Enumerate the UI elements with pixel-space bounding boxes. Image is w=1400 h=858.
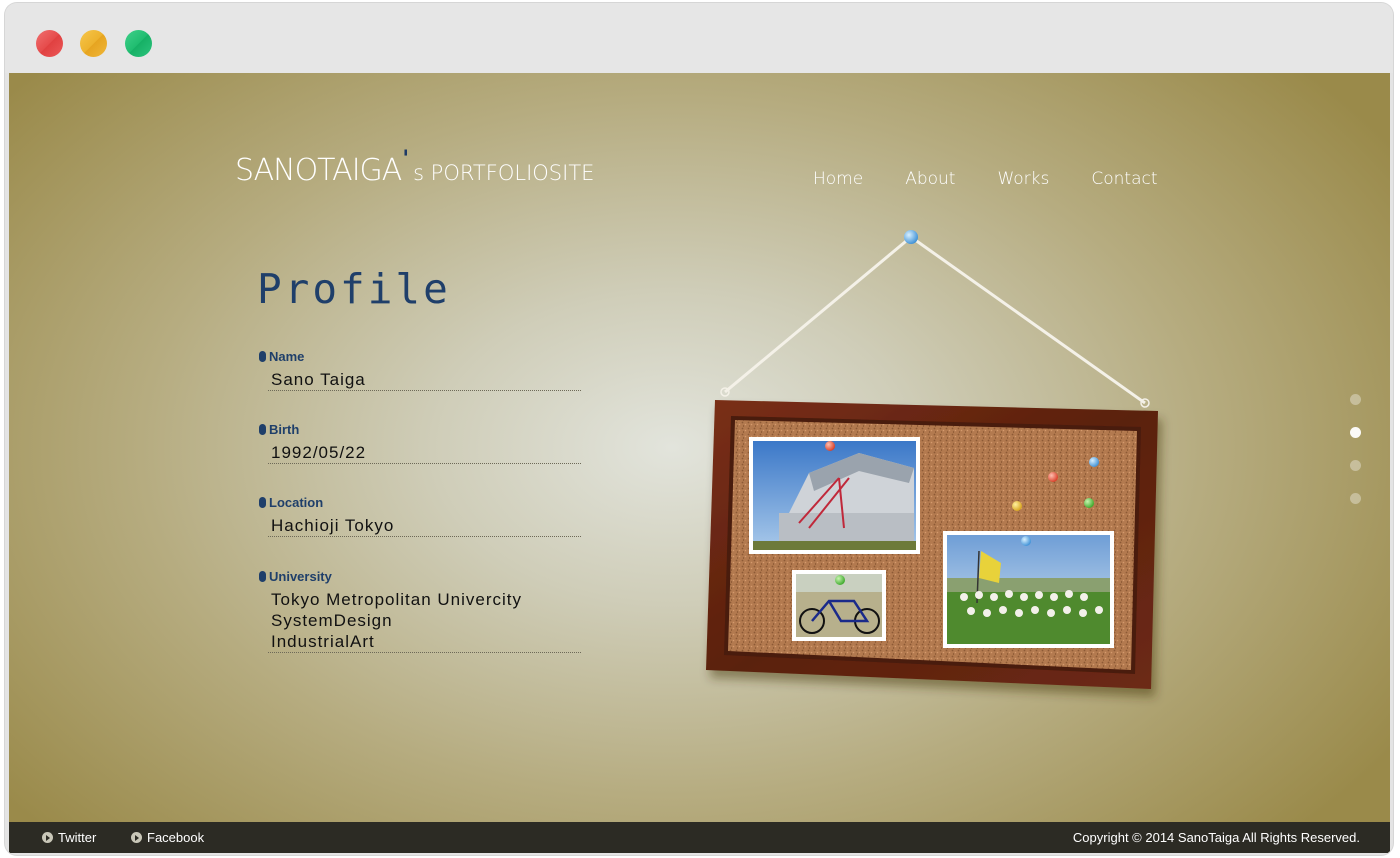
pager-dot[interactable] xyxy=(1350,394,1361,405)
photo-building[interactable] xyxy=(749,437,920,554)
pager-dot[interactable] xyxy=(1350,460,1361,471)
twitter-link[interactable]: Twitter xyxy=(42,830,96,845)
push-pin-icon xyxy=(1021,536,1031,546)
minimize-window-button[interactable] xyxy=(80,30,107,57)
hanging-string-left xyxy=(724,235,912,394)
copyright-text: Copyright © 2014 SanoTaiga All Rights Re… xyxy=(1072,830,1360,845)
facebook-label: Facebook xyxy=(147,830,205,845)
arrow-right-icon xyxy=(131,832,142,843)
pager-dot-active[interactable] xyxy=(1350,427,1361,438)
arrow-right-icon xyxy=(42,832,53,843)
photo-group[interactable] xyxy=(943,531,1114,648)
browser-window: SANOTAIGA ' s PORTFOLIOSITE Home About W… xyxy=(5,3,1393,855)
push-pin-icon xyxy=(1089,457,1099,467)
portfolio-page: SANOTAIGA ' s PORTFOLIOSITE Home About W… xyxy=(9,73,1390,853)
section-pager xyxy=(1350,394,1361,526)
push-pin-icon xyxy=(825,441,835,451)
facebook-link[interactable]: Facebook xyxy=(131,830,204,845)
cork-board-illustration xyxy=(706,230,1158,689)
twitter-label: Twitter xyxy=(58,830,97,845)
maximize-window-button[interactable] xyxy=(125,30,152,57)
photo-bicycle[interactable] xyxy=(792,570,886,641)
title-bar xyxy=(5,3,1393,73)
push-pin-icon xyxy=(1084,498,1094,508)
push-pin-icon xyxy=(1048,472,1058,482)
push-pin-icon xyxy=(904,230,918,244)
push-pin-icon xyxy=(835,575,845,585)
pager-dot[interactable] xyxy=(1350,493,1361,504)
site-footer: Twitter Facebook Copyright © 2014 SanoTa… xyxy=(9,822,1390,853)
push-pin-icon xyxy=(1012,501,1022,511)
close-window-button[interactable] xyxy=(36,30,63,57)
hanging-string-right xyxy=(910,235,1146,405)
